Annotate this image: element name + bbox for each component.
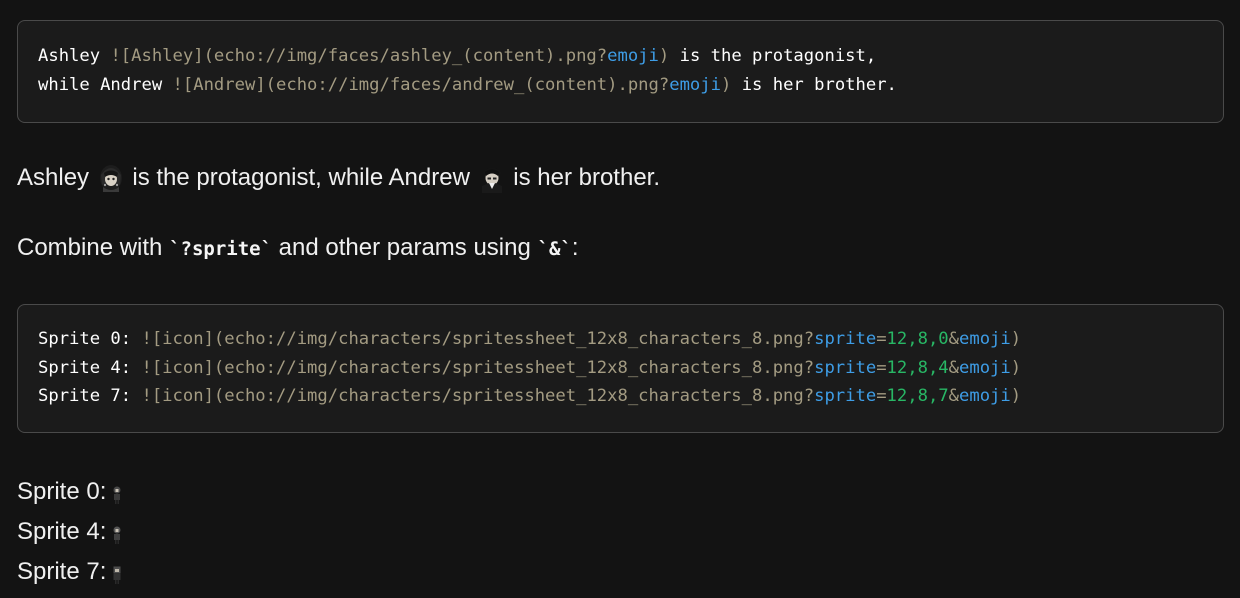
code-line: while Andrew ![Andrew](echo://img/faces/… bbox=[38, 74, 897, 95]
code-block-faces: Ashley ![Ashley](echo://img/faces/ashley… bbox=[17, 20, 1224, 123]
rendered-sentence: Ashley is the protagonist, while Andrew bbox=[17, 163, 661, 193]
code-line: Ashley ![Ashley](echo://img/faces/ashley… bbox=[38, 46, 877, 66]
code-line: Sprite 4: ![icon](echo://img/characters/… bbox=[38, 357, 1022, 378]
sprite-list: Sprite 0: Sprite 4: Sprite 7: bbox=[17, 472, 1224, 592]
inline-code-sprite: `?sprite` bbox=[169, 238, 273, 260]
list-item: Sprite 0: bbox=[17, 472, 1224, 512]
list-item: Sprite 4: bbox=[17, 512, 1224, 552]
combine-paragraph: Combine with `?sprite` and other params … bbox=[17, 234, 579, 261]
character-sprite-icon bbox=[110, 478, 124, 504]
list-item: Sprite 7: bbox=[17, 552, 1224, 592]
code-block-sprites: Sprite 0: ![icon](echo://img/characters/… bbox=[17, 304, 1224, 433]
code-line: Sprite 0: ![icon](echo://img/characters/… bbox=[38, 329, 1022, 349]
inline-code-amp: `&` bbox=[537, 238, 572, 260]
character-sprite-icon bbox=[110, 558, 124, 584]
code-line: Sprite 7: ![icon](echo://img/characters/… bbox=[38, 386, 1022, 406]
ashley-face-icon bbox=[98, 163, 124, 193]
character-sprite-icon bbox=[110, 518, 124, 544]
andrew-face-icon bbox=[479, 163, 505, 193]
